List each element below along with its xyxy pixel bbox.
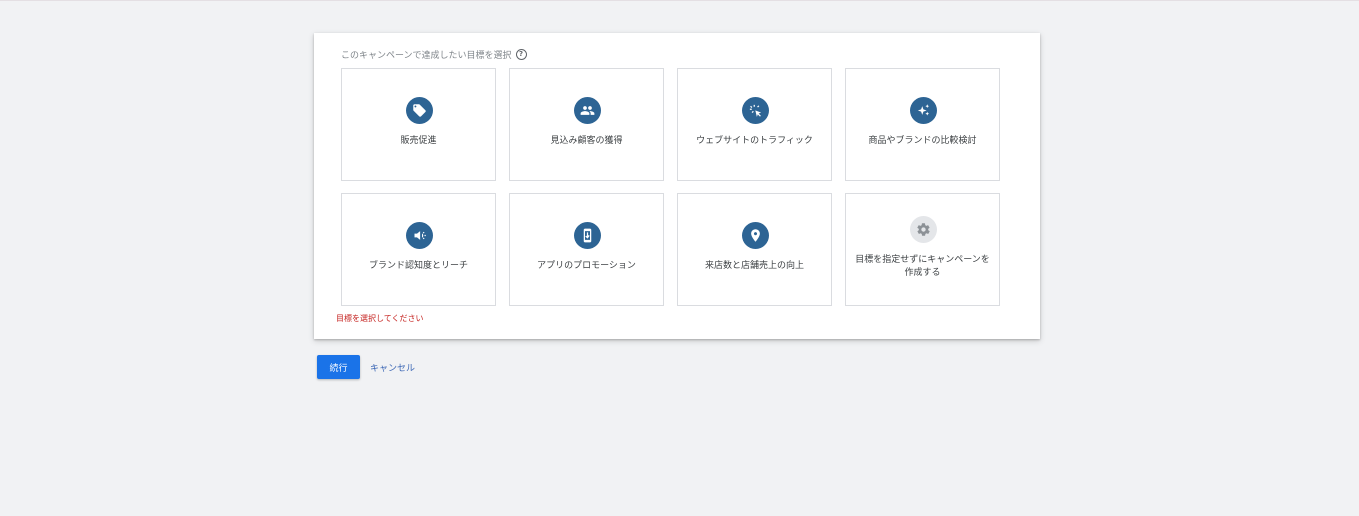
goal-label: 来店数と店舗売上の向上 (704, 261, 804, 271)
goal-tile-leads[interactable]: 見込み顧客の獲得 (509, 68, 664, 181)
people-icon (574, 97, 601, 124)
goal-label: ウェブサイトのトラフィック (696, 136, 813, 146)
goal-tile-traffic[interactable]: ウェブサイトのトラフィック (677, 68, 832, 181)
continue-button[interactable]: 続行 (317, 355, 360, 379)
goal-tile-consideration[interactable]: 商品やブランドの比較検討 (845, 68, 1000, 181)
megaphone-icon (406, 222, 433, 249)
gear-icon (910, 216, 937, 243)
goal-tile-app-promotion[interactable]: アプリのプロモーション (509, 193, 664, 306)
goal-tile-sales[interactable]: 販売促進 (341, 68, 496, 181)
goal-label: ブランド認知度とリーチ (368, 261, 468, 271)
cancel-link[interactable]: キャンセル (370, 361, 415, 374)
goal-label: 販売促進 (400, 136, 437, 146)
goal-heading: このキャンペーンで達成したい目標を選択 ? (341, 48, 527, 61)
goal-label: 商品やブランドの比較検討 (868, 136, 977, 146)
goal-tile-store-visits[interactable]: 来店数と店舗売上の向上 (677, 193, 832, 306)
sparkle-icon (910, 97, 937, 124)
goal-label: 目標を指定せずにキャンペーンを作成する (855, 255, 990, 278)
goal-tile-awareness[interactable]: ブランド認知度とリーチ (341, 193, 496, 306)
goal-tile-no-goal[interactable]: 目標を指定せずにキャンペーンを作成する (845, 193, 1000, 306)
click-icon (742, 97, 769, 124)
top-divider (0, 0, 1359, 1)
error-message: 目標を選択してください (336, 314, 424, 323)
goal-label: アプリのプロモーション (537, 261, 636, 271)
goal-label: 見込み顧客の獲得 (550, 136, 623, 146)
location-pin-icon (742, 222, 769, 249)
tag-icon (406, 97, 433, 124)
help-icon[interactable]: ? (515, 49, 527, 60)
goal-selection-card: このキャンペーンで達成したい目標を選択 ? 販売促進 見込み顧客の獲得 ウェブサ… (314, 33, 1040, 339)
goal-heading-text: このキャンペーンで達成したい目標を選択 (341, 51, 512, 61)
phone-download-icon (574, 222, 601, 249)
